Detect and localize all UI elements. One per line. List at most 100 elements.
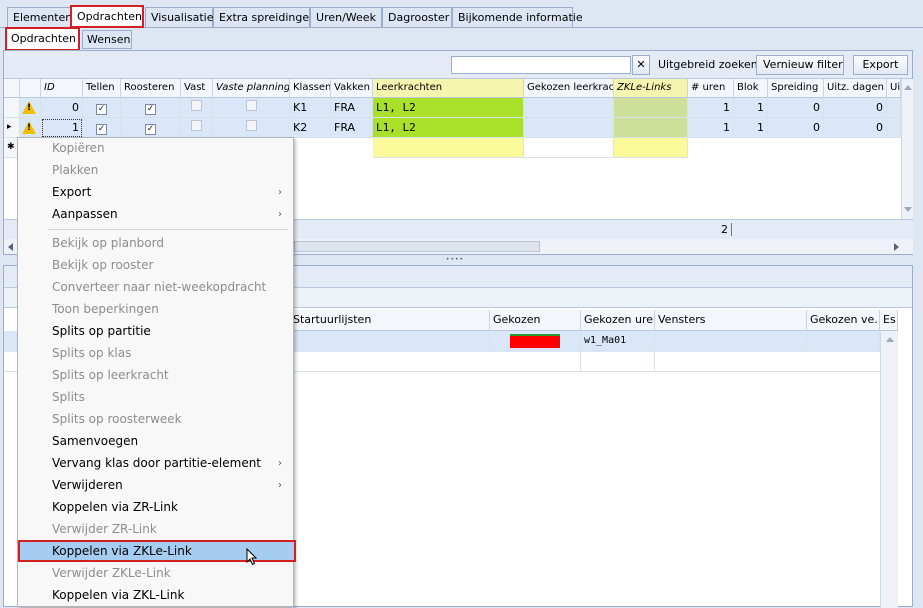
scroll-up-icon[interactable] [904,85,912,90]
header-vakken[interactable]: Vakken [331,79,373,98]
menu-item-verwijder-zr-link[interactable]: Verwijder ZR-Link [19,519,292,541]
header-zkle-links[interactable]: ZKLe-Links [614,79,688,98]
cell-vakken[interactable]: FRA [331,98,373,118]
header-id[interactable]: ID [41,79,83,98]
cell-uitz-dagen[interactable]: 0 [824,98,887,118]
cell-tellen[interactable]: ✓ [83,98,121,118]
header-es[interactable]: Es [880,310,898,331]
menu-item-splits[interactable]: Splits [19,387,292,409]
new-cell-zkle-links[interactable] [614,138,688,158]
advanced-search-button[interactable]: Uitgebreid zoeken [651,55,758,75]
header-gekozen-vensters[interactable]: Gekozen ve... [807,310,880,331]
scroll-thumb[interactable] [294,241,540,252]
cell-vast[interactable] [181,118,213,138]
header-blok[interactable]: Blok [734,79,768,98]
menu-item-koppelen-zr-link[interactable]: Koppelen via ZR-Link [19,497,292,519]
cell-leerkrachten[interactable]: L1, L2 [373,118,524,138]
cell-vast[interactable] [181,98,213,118]
tab-extra-spreidingen[interactable]: Extra spreidingen [213,7,316,27]
header-vaste-planning[interactable]: Vaste planning [213,79,290,98]
header-gekozen[interactable]: Gekozen [490,310,581,331]
row-selector[interactable] [4,98,20,118]
lower-vertical-scrollbar[interactable] [880,331,898,608]
cell-uitz-dagen[interactable]: 0 [824,118,887,138]
vaste-planning-checkbox[interactable] [245,120,257,131]
cell-uren[interactable]: 1 [688,118,734,138]
menu-item-bekijk-op-rooster[interactable]: Bekijk op rooster [19,255,292,277]
table-row[interactable]: ▸ ! 1 ✓ ✓ K2 FRA L1, L2 1 1 0 0 [4,118,901,138]
cell-vaste-planning[interactable] [213,98,290,118]
cell-gekozen-vensters[interactable] [807,331,880,351]
header-spreiding[interactable]: Spreiding [768,79,824,98]
cell-startuurlijsten[interactable] [290,331,490,351]
menu-item-toon-beperkingen[interactable]: Toon beperkingen [19,299,292,321]
menu-item-koppelen-zkle-link[interactable]: Koppelen via ZKLe-Link [18,540,296,566]
cell-id[interactable]: 0 [41,98,83,118]
cell-uit[interactable] [887,118,901,138]
cell-vakken[interactable]: FRA [331,118,373,138]
header-roosteren[interactable]: Roosteren [121,79,181,98]
tellen-checkbox[interactable]: ✓ [96,104,107,115]
menu-item-splits-op-klas[interactable]: Splits op klas [19,343,292,365]
cell-vaste-planning[interactable] [213,118,290,138]
cell-klassen[interactable]: K1 [290,98,331,118]
menu-item-verwijder-zkle-link[interactable]: Verwijder ZKLe-Link [19,563,292,585]
menu-item-splits-op-roosterweek[interactable]: Splits op roosterweek [19,409,292,431]
menu-item-samenvoegen[interactable]: Samenvoegen [19,431,292,453]
menu-item-plakken[interactable]: Plakken [19,160,292,182]
table-row[interactable]: ! 0 ✓ ✓ K1 FRA L1, L2 1 1 0 0 [4,98,901,118]
new-cell-gekozen-uren[interactable] [581,352,655,372]
subtab-opdrachten[interactable]: Opdrachten [5,27,80,51]
roosteren-checkbox[interactable]: ✓ [145,124,156,135]
scroll-down-icon[interactable] [904,207,912,212]
roosteren-checkbox[interactable]: ✓ [145,104,156,115]
cell-zkle-links[interactable] [614,98,688,118]
cell-roosteren[interactable]: ✓ [121,98,181,118]
cell-vensters[interactable] [655,331,807,351]
search-input[interactable] [451,56,631,74]
clear-search-button[interactable]: ✕ [632,55,650,75]
menu-item-export[interactable]: Export › [19,182,292,204]
cell-spreiding[interactable]: 0 [768,118,824,138]
cell-gekozen-leerkrachten[interactable] [524,118,614,138]
export-button[interactable]: Export [853,55,908,75]
scroll-right-icon[interactable] [894,243,899,251]
vertical-scrollbar[interactable] [901,79,913,219]
cell-klassen[interactable]: K2 [290,118,331,138]
vast-checkbox[interactable] [191,100,202,111]
cell-gekozen[interactable] [490,331,581,351]
tab-elementen[interactable]: Elementen [7,7,72,27]
vaste-planning-checkbox[interactable] [245,100,257,111]
cell-uit[interactable] [887,98,901,118]
subtab-wensen[interactable]: Wensen [82,30,132,49]
menu-item-verwijderen[interactable]: Verwijderen › [19,475,292,497]
cell-blok[interactable]: 1 [734,118,768,138]
cell-tellen[interactable]: ✓ [83,118,121,138]
menu-item-koppelen-zkl-link[interactable]: Koppelen via ZKL-Link [19,585,292,607]
cell-gekozen-leerkrachten[interactable] [524,98,614,118]
header-vast[interactable]: Vast [181,79,213,98]
cell-roosteren[interactable]: ✓ [121,118,181,138]
menu-item-vervang-klas[interactable]: Vervang klas door partitie-element › [19,453,292,475]
current-row-marker[interactable]: ▸ [4,118,20,138]
header-uitz-dagen[interactable]: Uitz. dagen [824,79,887,98]
menu-item-splits-op-partitie[interactable]: Splits op partitie [19,321,292,343]
cell-spreiding[interactable]: 0 [768,98,824,118]
menu-item-splits-op-leerkracht[interactable]: Splits op leerkracht [19,365,292,387]
tab-dagrooster[interactable]: Dagrooster [382,7,452,27]
cell-id[interactable]: 1 [41,118,83,138]
header-klassen[interactable]: Klassen [290,79,331,98]
tab-opdrachten[interactable]: Opdrachten [70,5,144,28]
new-cell-gekozen[interactable] [524,138,614,158]
tab-visualisatie[interactable]: Visualisatie [145,7,214,27]
menu-item-kopieren[interactable]: Kopiëren [19,138,292,160]
header-gekozen-leerkrachten[interactable]: Gekozen leerkrac... [524,79,614,98]
scroll-first-icon[interactable] [8,243,13,251]
header-leerkrachten[interactable]: Leerkrachten [373,79,524,98]
cell-gekozen-uren[interactable]: w1_Ma01 [581,331,655,351]
header-gekozen-uren[interactable]: Gekozen uren [581,310,655,331]
refresh-filter-button[interactable]: Vernieuw filter [756,55,844,75]
menu-item-converteer[interactable]: Converteer naar niet-weekopdracht [19,277,292,299]
splitter-grip[interactable]: •••• [440,255,470,265]
header-uren[interactable]: # uren [688,79,734,98]
